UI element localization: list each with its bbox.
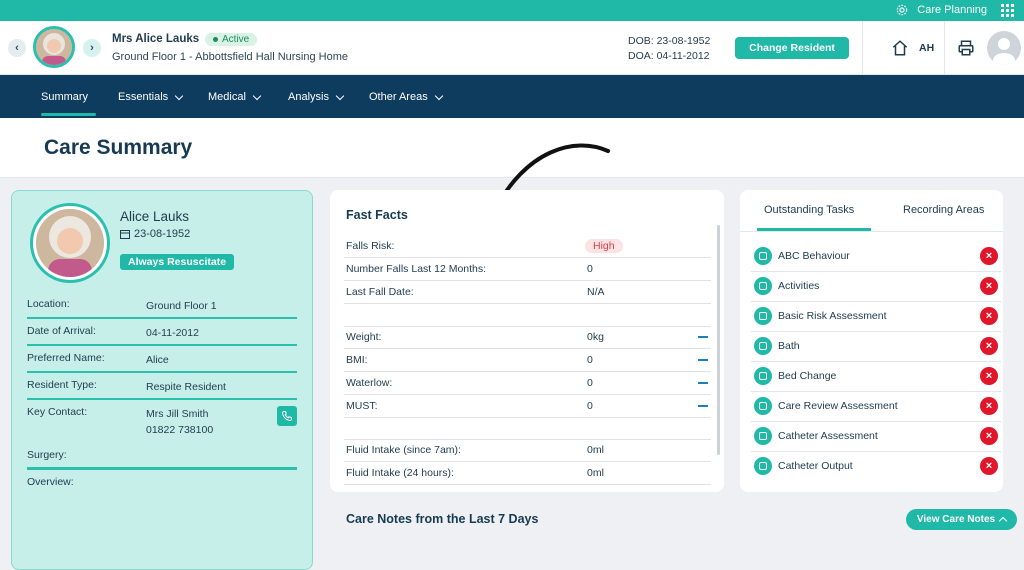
tab-outstanding-tasks[interactable]: Outstanding Tasks (764, 204, 854, 216)
chevron-down-icon (335, 91, 345, 100)
task-icon (754, 307, 772, 325)
task-icon (754, 337, 772, 355)
scrollbar[interactable] (717, 225, 720, 455)
fact-row-must: MUST: 0 (344, 395, 711, 418)
close-icon[interactable]: × (980, 457, 998, 475)
nav-summary[interactable]: Summary (41, 91, 88, 103)
change-resident-button[interactable]: Change Resident (735, 37, 849, 59)
resident-profile-card: Alice Lauks 23-08-1952 Always Resuscitat… (11, 190, 313, 570)
resident-location: Ground Floor 1 - Abbottsfield Hall Nursi… (112, 51, 348, 63)
nav-analysis[interactable]: Analysis (288, 91, 345, 103)
nav-essentials[interactable]: Essentials (118, 91, 184, 103)
trend-icon (698, 382, 708, 384)
page-title: Care Summary (44, 136, 193, 159)
chevron-right-icon: › (90, 42, 94, 54)
resident-avatar (33, 26, 75, 68)
previous-resident-button[interactable]: ‹ (8, 39, 26, 57)
task-item-catheter-output[interactable]: Catheter Output × (751, 452, 1001, 482)
task-item-bath[interactable]: Bath × (751, 332, 1001, 362)
fast-facts-card: Fast Facts Falls Risk: High Number Falls … (330, 190, 724, 492)
chevron-down-icon (252, 91, 262, 100)
fact-row-waterlow: Waterlow: 0 (344, 372, 711, 395)
profile-avatar (30, 203, 110, 283)
view-care-notes-button[interactable]: View Care Notes (906, 509, 1017, 530)
fast-facts-title: Fast Facts (346, 208, 408, 222)
doa-text: DOA: 04-11-2012 (628, 50, 710, 62)
status-badge: Active (205, 33, 258, 46)
trend-icon (698, 405, 708, 407)
phone-icon (281, 411, 292, 422)
resident-dates: DOB: 23-08-1952 DOA: 04-11-2012 (628, 34, 710, 64)
fact-row-weight: Weight: 0kg (344, 326, 711, 349)
gear-icon[interactable] (895, 3, 909, 17)
trend-icon (698, 359, 708, 361)
task-item-abc-behaviour[interactable]: ABC Behaviour × (751, 242, 1001, 272)
resident-header: ‹ › Mrs Alice Lauks Active Ground Floor … (0, 21, 1024, 75)
divider (944, 21, 945, 75)
chevron-down-icon (434, 91, 443, 100)
fact-row-falls-count: Number Falls Last 12 Months: 0 (344, 258, 711, 281)
fact-row-fluid-24h: Fluid Intake (24 hours): 0ml (344, 462, 711, 485)
resident-name: Mrs Alice Lauks (112, 33, 200, 45)
task-item-basic-risk[interactable]: Basic Risk Assessment × (751, 302, 1001, 332)
resuscitate-badge: Always Resuscitate (120, 254, 235, 270)
chevron-up-icon (998, 516, 1008, 526)
active-tab-indicator (41, 113, 96, 116)
task-icon (754, 247, 772, 265)
tab-recording-areas[interactable]: Recording Areas (903, 204, 984, 216)
close-icon[interactable]: × (980, 367, 998, 385)
task-icon (754, 277, 772, 295)
user-avatar[interactable] (987, 31, 1021, 65)
nav-medical[interactable]: Medical (208, 91, 262, 103)
close-icon[interactable]: × (980, 307, 998, 325)
task-icon (754, 397, 772, 415)
tasks-card: Outstanding Tasks Recording Areas ABC Be… (740, 190, 1003, 492)
next-resident-button[interactable]: › (83, 39, 101, 57)
task-icon (754, 457, 772, 475)
task-icon (754, 367, 772, 385)
divider (862, 21, 863, 75)
main-nav: Summary Essentials Medical Analysis Othe… (0, 75, 1024, 118)
task-item-bed-change[interactable]: Bed Change × (751, 362, 1001, 392)
close-icon[interactable]: × (980, 247, 998, 265)
task-icon (754, 427, 772, 445)
care-planning-label: Care Planning (917, 4, 987, 16)
profile-name: Alice Lauks (120, 209, 190, 224)
user-initials[interactable]: AH (919, 42, 934, 54)
profile-dob: 23-08-1952 (120, 228, 190, 240)
divider (740, 231, 1003, 232)
home-icon[interactable] (891, 39, 909, 57)
trend-icon (698, 336, 708, 338)
care-notes-title: Care Notes from the Last 7 Days (346, 512, 539, 526)
fact-row-spacer (344, 304, 711, 327)
fact-row-bmi: BMI: 0 (344, 349, 711, 372)
calendar-icon (120, 230, 130, 239)
close-icon[interactable]: × (980, 337, 998, 355)
chevron-down-icon (174, 91, 184, 100)
task-item-care-review[interactable]: Care Review Assessment × (751, 392, 1001, 422)
dob-text: DOB: 23-08-1952 (628, 35, 711, 47)
apps-grid-icon[interactable] (1001, 3, 1014, 17)
task-item-catheter-assessment[interactable]: Catheter Assessment × (751, 422, 1001, 452)
call-contact-button[interactable] (277, 406, 297, 426)
risk-badge: High (585, 239, 623, 253)
fact-row-spacer (344, 417, 711, 440)
task-item-activities[interactable]: Activities × (751, 272, 1001, 302)
care-planning-link[interactable]: Care Planning (895, 3, 1014, 17)
fact-row-falls-risk: Falls Risk: High (344, 235, 711, 258)
print-icon[interactable] (957, 39, 975, 57)
close-icon[interactable]: × (980, 427, 998, 445)
fact-row-fluid-7am: Fluid Intake (since 7am): 0ml (344, 439, 711, 462)
fact-row-last-fall: Last Fall Date: N/A (344, 281, 711, 304)
chevron-left-icon: ‹ (15, 42, 19, 54)
top-bar: Care Planning (0, 0, 1024, 21)
close-icon[interactable]: × (980, 277, 998, 295)
nav-other-areas[interactable]: Other Areas (369, 91, 443, 103)
close-icon[interactable]: × (980, 397, 998, 415)
